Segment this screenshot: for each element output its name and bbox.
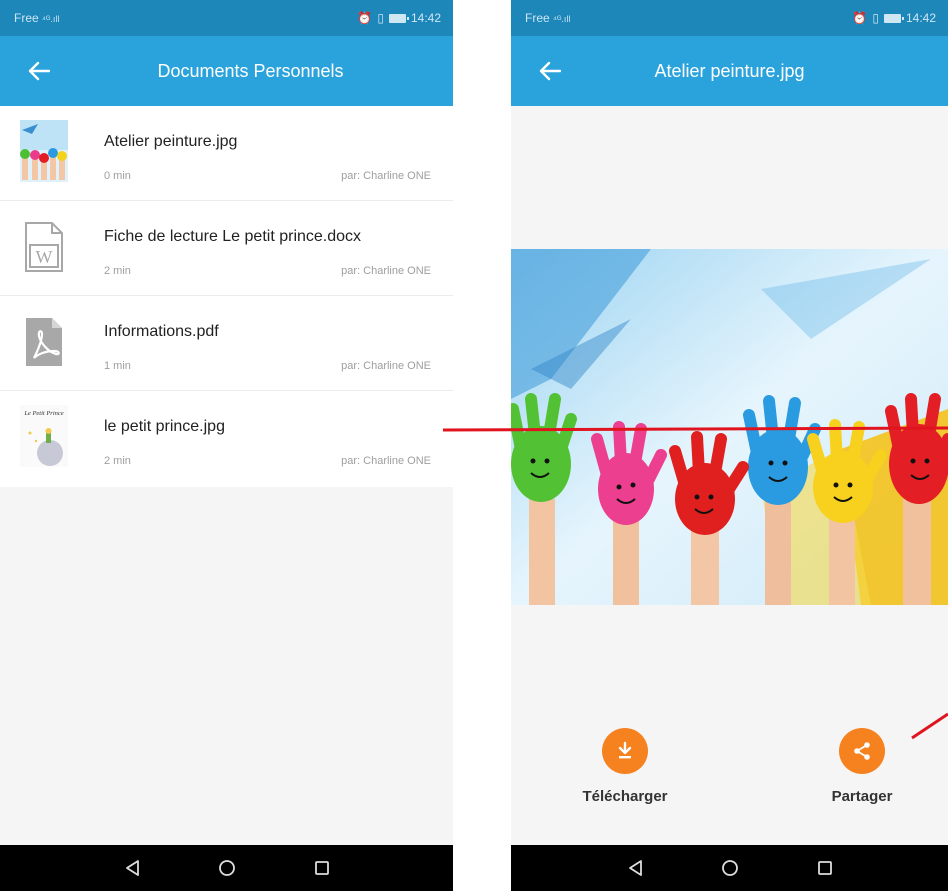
file-name: Fiche de lecture Le petit prince.docx bbox=[104, 228, 362, 245]
page-title: Atelier peinture.jpg bbox=[654, 60, 805, 81]
home-circle-icon bbox=[721, 860, 738, 876]
back-triangle-icon bbox=[628, 860, 642, 876]
file-author: par: Charline ONE bbox=[341, 360, 431, 372]
nav-recents-button[interactable] bbox=[777, 845, 872, 891]
thumbnail-caption: Le Petit Prince bbox=[23, 410, 63, 417]
system-nav-bar bbox=[511, 845, 948, 891]
file-time: 0 min bbox=[104, 170, 131, 182]
painted-hands-photo[interactable] bbox=[511, 249, 948, 605]
share-button[interactable]: Partager bbox=[792, 728, 932, 805]
nav-back-button[interactable] bbox=[84, 845, 179, 891]
image-viewer-screen: Free ⁴ᴳ.ıll ⏰ ▯ 14:42 Atelier peinture.j… bbox=[511, 0, 948, 891]
arrow-back-icon bbox=[539, 61, 561, 81]
list-item[interactable]: Atelier peinture.jpg 0 min par: Charline… bbox=[0, 106, 453, 201]
status-bar: Free ⁴ᴳ.ıll ⏰ ▯ 14:42 bbox=[511, 0, 948, 36]
download-icon bbox=[618, 741, 632, 759]
painted-hands-thumbnail bbox=[20, 120, 68, 182]
home-circle-icon bbox=[218, 860, 235, 876]
file-name: Informations.pdf bbox=[104, 323, 219, 340]
page-title: Documents Personnels bbox=[157, 60, 344, 81]
status-bar: Free ⁴ᴳ.ıll ⏰ ▯ 14:42 bbox=[0, 0, 453, 36]
list-item[interactable]: Le Petit Prince le petit prince.jpg 2 mi… bbox=[0, 391, 453, 487]
back-triangle-icon bbox=[125, 860, 139, 876]
battery-icon bbox=[388, 13, 409, 23]
file-list: Atelier peinture.jpg 0 min par: Charline… bbox=[0, 106, 453, 487]
vibrate-icon: ▯ bbox=[872, 11, 879, 25]
nav-home-button[interactable] bbox=[682, 845, 777, 891]
alarm-icon: ⏰ bbox=[357, 11, 373, 25]
file-time: 1 min bbox=[104, 360, 131, 372]
file-name: le petit prince.jpg bbox=[104, 418, 225, 435]
carrier-label: Free ⁴ᴳ.ıll bbox=[525, 11, 571, 25]
file-time: 2 min bbox=[104, 265, 131, 277]
nav-home-button[interactable] bbox=[179, 845, 274, 891]
clock: 14:42 bbox=[410, 11, 441, 25]
recents-square-icon bbox=[817, 861, 832, 875]
share-label: Partager bbox=[831, 788, 893, 805]
share-icon bbox=[854, 742, 870, 760]
clock: 14:42 bbox=[905, 11, 936, 25]
arrow-back-icon bbox=[28, 61, 50, 81]
signal-icon: ⁴ᴳ.ıll bbox=[42, 14, 60, 24]
list-item[interactable]: Informations.pdf 1 min par: Charline ONE bbox=[0, 296, 453, 391]
file-time: 2 min bbox=[104, 455, 131, 467]
system-nav-bar bbox=[0, 845, 453, 891]
back-button[interactable] bbox=[24, 56, 54, 86]
svg-text:W: W bbox=[36, 247, 53, 267]
file-name: Atelier peinture.jpg bbox=[104, 133, 238, 150]
alarm-icon: ⏰ bbox=[852, 11, 868, 25]
documents-list-screen: Free ⁴ᴳ.ıll ⏰ ▯ 14:42 Documents Personne… bbox=[0, 0, 453, 891]
download-label: Télécharger bbox=[582, 788, 668, 805]
file-author: par: Charline ONE bbox=[341, 265, 431, 277]
file-author: par: Charline ONE bbox=[341, 455, 431, 467]
app-bar: Atelier peinture.jpg bbox=[511, 36, 948, 106]
carrier-label: Free ⁴ᴳ.ıll bbox=[14, 11, 60, 25]
back-button[interactable] bbox=[535, 56, 565, 86]
nav-back-button[interactable] bbox=[587, 845, 682, 891]
vibrate-icon: ▯ bbox=[377, 11, 384, 25]
word-document-icon: W bbox=[20, 215, 68, 277]
file-author: par: Charline ONE bbox=[341, 170, 431, 182]
signal-icon: ⁴ᴳ.ıll bbox=[553, 14, 571, 24]
app-bar: Documents Personnels bbox=[0, 36, 453, 106]
nav-recents-button[interactable] bbox=[274, 845, 369, 891]
download-button[interactable]: Télécharger bbox=[555, 728, 695, 805]
list-item[interactable]: W Fiche de lecture Le petit prince.docx … bbox=[0, 201, 453, 296]
recents-square-icon bbox=[314, 861, 329, 875]
pdf-document-icon bbox=[20, 310, 68, 372]
petit-prince-thumbnail: Le Petit Prince bbox=[20, 405, 68, 467]
battery-icon bbox=[883, 13, 904, 23]
